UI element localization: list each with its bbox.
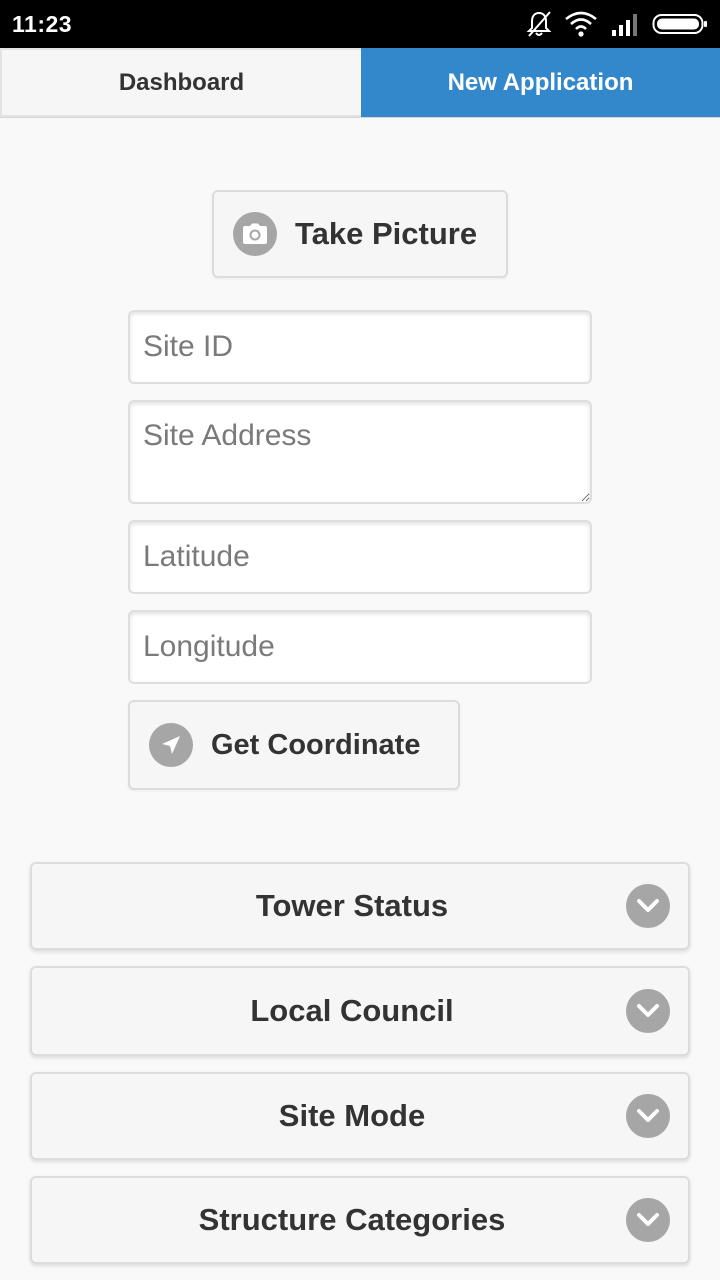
take-picture-label: Take Picture — [295, 216, 478, 251]
mute-bell-icon — [526, 11, 552, 37]
tab-dashboard[interactable]: Dashboard — [0, 48, 361, 117]
get-coordinate-label: Get Coordinate — [211, 728, 421, 761]
chevron-down-icon — [626, 1198, 670, 1242]
structure-categories-label: Structure Categories — [198, 1202, 506, 1237]
chevron-down-icon — [626, 989, 670, 1033]
site-id-input[interactable] — [128, 310, 592, 384]
chevron-down-icon — [626, 884, 670, 928]
structure-categories-collapsible[interactable]: Structure Categories — [30, 1176, 690, 1264]
tab-new-application[interactable]: New Application — [361, 48, 720, 117]
get-coordinate-button[interactable]: Get Coordinate — [128, 700, 460, 790]
site-mode-collapsible[interactable]: Site Mode — [30, 1072, 690, 1160]
signal-icon — [612, 14, 637, 36]
latitude-input[interactable] — [128, 520, 592, 594]
tower-status-collapsible[interactable]: Tower Status — [30, 862, 690, 950]
camera-icon — [233, 212, 277, 256]
take-picture-button[interactable]: Take Picture — [212, 190, 508, 278]
tower-status-label: Tower Status — [255, 888, 449, 923]
longitude-input[interactable] — [128, 610, 592, 684]
local-council-collapsible[interactable]: Local Council — [30, 966, 690, 1056]
status-time: 11:23 — [12, 11, 73, 37]
chevron-down-icon — [626, 1094, 670, 1138]
battery-icon — [652, 14, 707, 34]
site-address-input[interactable] — [128, 400, 592, 504]
local-council-label: Local Council — [250, 993, 454, 1028]
tab-bar: Dashboard New Application — [0, 48, 720, 118]
site-mode-label: Site Mode — [278, 1098, 426, 1133]
wifi-icon — [565, 11, 597, 37]
status-bar: 11:23 — [0, 0, 720, 48]
location-arrow-icon — [149, 723, 193, 767]
